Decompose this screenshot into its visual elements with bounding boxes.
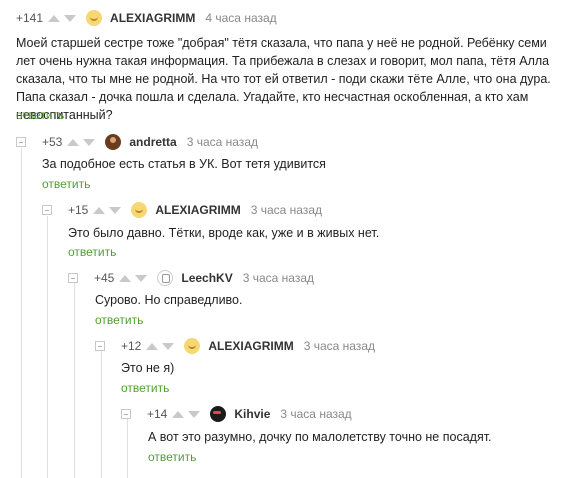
comment: +14 Kihvie 3 часа назад [121,404,352,424]
reply-link[interactable]: ответить [68,245,116,259]
comment-header: +14 Kihvie 3 часа назад [121,404,352,424]
reply-link[interactable]: ответить [42,177,90,191]
comment-author[interactable]: LeechKV [181,271,232,285]
arrow-up-icon[interactable] [146,342,159,350]
comment-time[interactable]: 4 часа назад [205,11,276,25]
minus-square-icon[interactable] [68,273,78,283]
thread-line [101,350,102,478]
comment-author[interactable]: ALEXIAGRIMM [155,203,240,217]
comment-author[interactable]: ALEXIAGRIMM [208,339,293,353]
thread-line [21,148,22,478]
comment-author[interactable]: andretta [129,135,176,149]
comment-body: Это было давно. Тётки, вроде как, уже и … [68,226,380,240]
avatar[interactable] [184,338,201,354]
comment-body: Сурово. Но справедливо. [95,293,243,307]
comment-header: +45 LeechKV 3 часа назад [68,268,314,288]
comment-rating: +15 [68,203,89,217]
comment-header: +141 ALEXIAGRIMM 4 часа назад [16,8,277,28]
avatar[interactable] [157,270,174,286]
arrow-up-icon[interactable] [172,410,185,418]
arrow-down-icon[interactable] [135,274,148,282]
thread-line [47,216,48,478]
comment-rating: +53 [42,135,63,149]
arrow-down-icon[interactable] [188,410,201,418]
comment-rating: +14 [147,407,168,421]
comment-time[interactable]: 3 часа назад [187,135,258,149]
comment-header: +15 ALEXIAGRIMM 3 часа назад [42,200,322,220]
reply-link[interactable]: ответить [95,313,143,327]
comment-author[interactable]: Kihvie [234,407,270,421]
thread-line [127,418,128,478]
comment-header: +12 ALEXIAGRIMM 3 часа назад [95,336,375,356]
comment: +141 ALEXIAGRIMM 4 часа назад [16,8,277,28]
reply-link[interactable]: ответить [16,108,64,122]
arrow-up-icon[interactable] [93,206,106,214]
comment-body: Это не я) [121,361,175,375]
comment-time[interactable]: 3 часа назад [251,203,322,217]
thread-line [74,283,75,478]
comment-time[interactable]: 3 часа назад [280,407,351,421]
reply-link[interactable]: ответить [148,450,196,464]
comment-rating: +141 [16,11,44,25]
arrow-up-icon[interactable] [48,14,61,22]
comment: +12 ALEXIAGRIMM 3 часа назад [95,336,375,356]
comment-time[interactable]: 3 часа назад [304,339,375,353]
comment-body: А вот это разумно, дочку по малолетству … [148,430,492,444]
comment: +15 ALEXIAGRIMM 3 часа назад [42,200,322,220]
minus-square-icon[interactable] [16,137,26,147]
comment-time[interactable]: 3 часа назад [243,271,314,285]
arrow-up-icon[interactable] [67,138,80,146]
avatar[interactable] [131,202,148,218]
comment-rating: +45 [94,271,115,285]
avatar[interactable] [105,134,122,150]
minus-square-icon[interactable] [121,409,131,419]
minus-square-icon[interactable] [42,205,52,215]
arrow-up-icon[interactable] [119,274,132,282]
comment-rating: +12 [121,339,142,353]
arrow-down-icon[interactable] [83,138,96,146]
avatar[interactable] [86,10,103,26]
arrow-down-icon[interactable] [162,342,175,350]
reply-link[interactable]: ответить [121,381,169,395]
minus-square-icon[interactable] [95,341,105,351]
comment-author[interactable]: ALEXIAGRIMM [110,11,195,25]
comment-body: Моей старшей сестре тоже "добрая" тётя с… [16,36,551,122]
comment-body: За подобное есть статья в УК. Вот тетя у… [42,157,326,171]
comment: +45 LeechKV 3 часа назад [68,268,314,288]
arrow-down-icon[interactable] [64,14,77,22]
comment: +53 andretta 3 часа назад [16,132,258,152]
arrow-down-icon[interactable] [109,206,122,214]
comment-header: +53 andretta 3 часа назад [16,132,258,152]
avatar[interactable] [210,406,227,422]
